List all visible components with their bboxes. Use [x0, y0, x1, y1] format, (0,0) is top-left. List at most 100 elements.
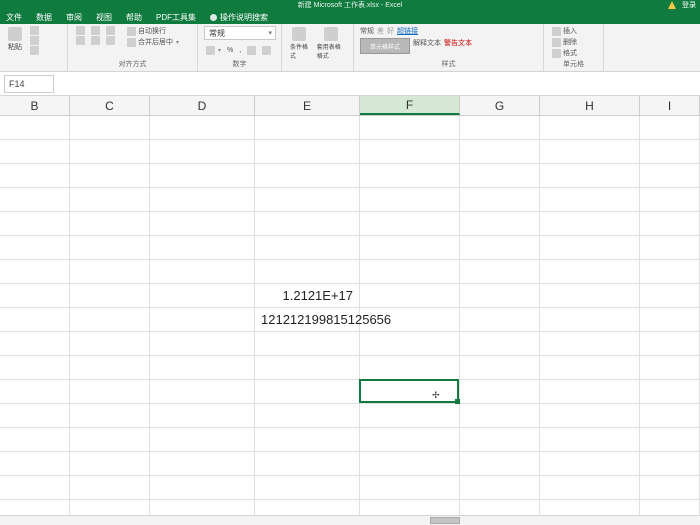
cell[interactable]: [0, 188, 70, 212]
tell-me[interactable]: 操作说明搜索: [210, 12, 268, 23]
cell[interactable]: [360, 452, 460, 476]
cell[interactable]: [150, 476, 255, 500]
cell[interactable]: [150, 164, 255, 188]
align-center-button[interactable]: [89, 36, 102, 45]
cell[interactable]: [640, 140, 700, 164]
cell[interactable]: [460, 428, 540, 452]
cell[interactable]: [460, 332, 540, 356]
cell[interactable]: [0, 284, 70, 308]
cell[interactable]: [70, 188, 150, 212]
cell[interactable]: [150, 404, 255, 428]
cell[interactable]: [360, 116, 460, 140]
cell[interactable]: [150, 236, 255, 260]
cell[interactable]: [640, 428, 700, 452]
cell[interactable]: [255, 500, 360, 515]
cell[interactable]: [150, 284, 255, 308]
cell[interactable]: [0, 116, 70, 140]
copy-button[interactable]: [28, 36, 41, 45]
cell[interactable]: [360, 380, 460, 404]
cell[interactable]: [360, 164, 460, 188]
cell[interactable]: [640, 404, 700, 428]
cell[interactable]: [150, 260, 255, 284]
cell[interactable]: [640, 212, 700, 236]
align-middle-button[interactable]: [89, 26, 102, 35]
cell[interactable]: [70, 284, 150, 308]
cell[interactable]: [150, 500, 255, 515]
cell[interactable]: [640, 476, 700, 500]
cell[interactable]: [70, 260, 150, 284]
cell[interactable]: [540, 380, 640, 404]
cell[interactable]: [640, 452, 700, 476]
cell[interactable]: [255, 236, 360, 260]
cell[interactable]: [360, 284, 460, 308]
align-left-button[interactable]: [74, 36, 87, 45]
cell[interactable]: [460, 380, 540, 404]
cell[interactable]: [460, 188, 540, 212]
cell[interactable]: [360, 332, 460, 356]
cell[interactable]: [640, 236, 700, 260]
cell[interactable]: [150, 188, 255, 212]
cell[interactable]: [540, 236, 640, 260]
menu-review[interactable]: 审阅: [66, 12, 82, 23]
cell[interactable]: [360, 500, 460, 515]
cell[interactable]: [460, 116, 540, 140]
cell[interactable]: [255, 428, 360, 452]
cell[interactable]: [360, 428, 460, 452]
cell[interactable]: [540, 500, 640, 515]
cell[interactable]: 1.2121E+17: [255, 284, 360, 308]
cell[interactable]: [0, 404, 70, 428]
col-header-I[interactable]: I: [640, 96, 700, 115]
cell[interactable]: [150, 308, 255, 332]
horizontal-scrollbar-thumb[interactable]: [430, 517, 460, 524]
cell[interactable]: [0, 164, 70, 188]
cell[interactable]: [70, 116, 150, 140]
cell[interactable]: [70, 500, 150, 515]
cell[interactable]: [70, 428, 150, 452]
cell[interactable]: [640, 116, 700, 140]
cell[interactable]: [255, 380, 360, 404]
cell[interactable]: [0, 356, 70, 380]
cell[interactable]: [150, 140, 255, 164]
cell[interactable]: [540, 308, 640, 332]
cut-button[interactable]: [28, 26, 41, 35]
col-header-B[interactable]: B: [0, 96, 70, 115]
cell[interactable]: [540, 404, 640, 428]
cell[interactable]: [640, 188, 700, 212]
cell[interactable]: [70, 452, 150, 476]
cell[interactable]: [540, 476, 640, 500]
cell[interactable]: [255, 164, 360, 188]
cell[interactable]: [70, 308, 150, 332]
cell[interactable]: [70, 356, 150, 380]
cell[interactable]: [0, 476, 70, 500]
col-header-E[interactable]: E: [255, 96, 360, 115]
cell[interactable]: [70, 140, 150, 164]
cell[interactable]: [150, 212, 255, 236]
cell[interactable]: [460, 236, 540, 260]
cell[interactable]: [460, 164, 540, 188]
cell[interactable]: [255, 356, 360, 380]
cell[interactable]: [0, 260, 70, 284]
increase-decimal-button[interactable]: [245, 46, 258, 55]
cell[interactable]: [0, 212, 70, 236]
cell[interactable]: [540, 116, 640, 140]
cell[interactable]: [360, 476, 460, 500]
cell[interactable]: [640, 284, 700, 308]
cell[interactable]: [150, 332, 255, 356]
cell[interactable]: [540, 428, 640, 452]
menu-file[interactable]: 文件: [6, 12, 22, 23]
cell-style-button[interactable]: 单元格样式: [360, 38, 410, 54]
cell[interactable]: [360, 260, 460, 284]
cell[interactable]: [540, 332, 640, 356]
cell[interactable]: [460, 260, 540, 284]
cell[interactable]: [360, 236, 460, 260]
comma-button[interactable]: ,: [237, 46, 243, 55]
cell[interactable]: [640, 164, 700, 188]
cell[interactable]: [460, 452, 540, 476]
cell[interactable]: [70, 164, 150, 188]
cell[interactable]: [0, 236, 70, 260]
cell[interactable]: [360, 140, 460, 164]
cell[interactable]: [0, 380, 70, 404]
cell[interactable]: [460, 140, 540, 164]
cell[interactable]: [0, 308, 70, 332]
cell[interactable]: [255, 452, 360, 476]
